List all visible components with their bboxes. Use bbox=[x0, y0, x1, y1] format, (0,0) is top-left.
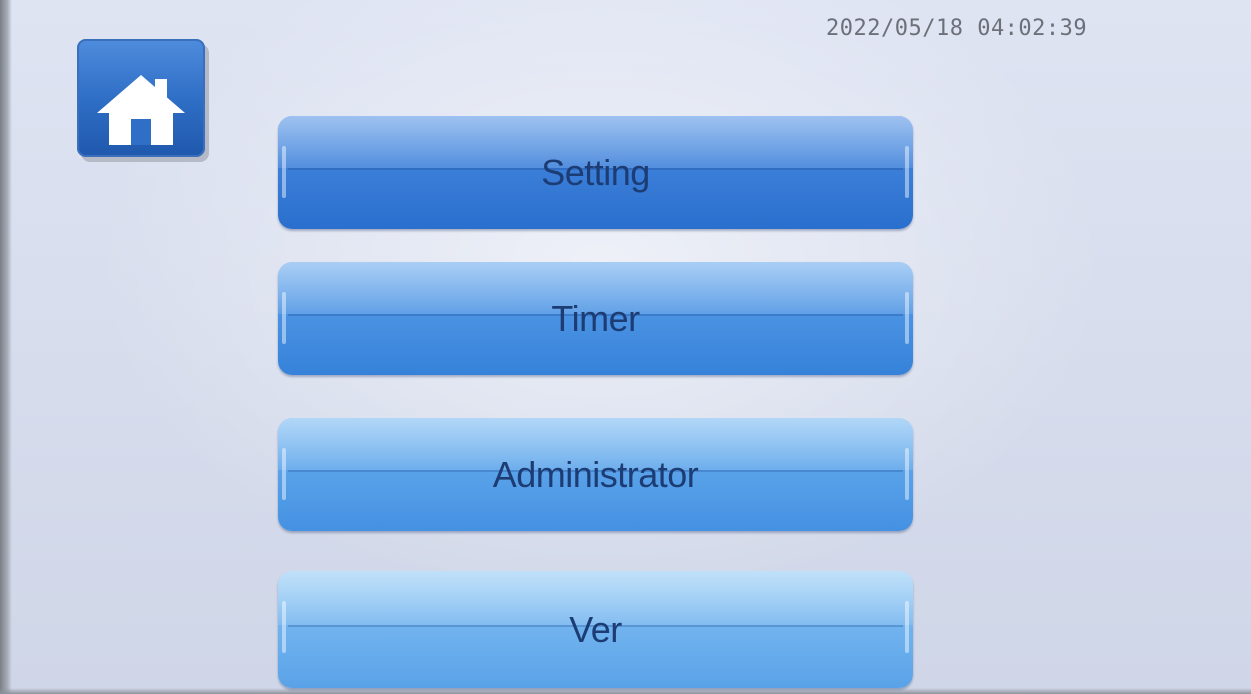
setting-button[interactable]: Setting bbox=[278, 116, 913, 229]
home-button[interactable] bbox=[77, 39, 205, 157]
timer-button[interactable]: Timer bbox=[278, 262, 913, 375]
ver-button-label: Ver bbox=[569, 608, 622, 650]
administrator-button[interactable]: Administrator bbox=[278, 418, 913, 531]
screen-bezel-bottom bbox=[0, 688, 1251, 694]
datetime-display: 2022/05/18 04:02:39 bbox=[826, 16, 1088, 41]
timer-button-label: Timer bbox=[551, 297, 640, 339]
ver-button[interactable]: Ver bbox=[278, 571, 913, 688]
administrator-button-label: Administrator bbox=[492, 453, 699, 495]
hmi-screen: 2022/05/18 04:02:39 Setting Timer Admini… bbox=[0, 0, 1251, 694]
screen-bezel-left bbox=[0, 0, 12, 694]
home-icon bbox=[97, 75, 185, 145]
setting-button-label: Setting bbox=[541, 151, 650, 193]
